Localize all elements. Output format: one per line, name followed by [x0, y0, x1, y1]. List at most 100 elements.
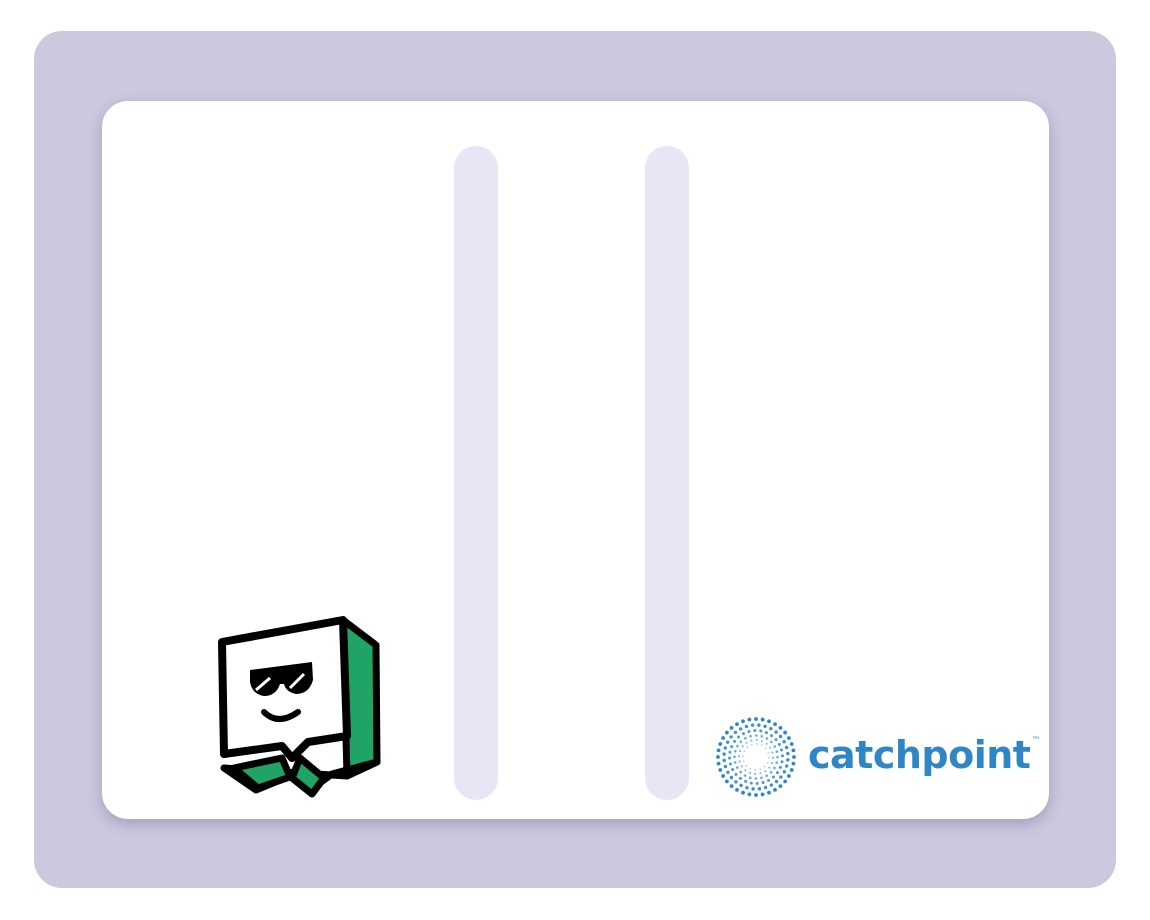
burst-dot	[754, 777, 758, 780]
burst-dot	[741, 732, 745, 736]
burst-dot	[748, 776, 752, 780]
burst-dot	[724, 730, 729, 735]
burst-dot	[778, 765, 782, 769]
burst-dot	[755, 781, 759, 785]
burst-dot	[782, 739, 786, 744]
sunglasses-speech-bubble-mascot-icon	[218, 616, 381, 798]
burst-dot	[745, 741, 748, 744]
burst-dot	[786, 751, 790, 756]
burst-dot	[728, 756, 732, 760]
burst-dot	[789, 768, 794, 772]
burst-dot	[759, 729, 763, 733]
burst-dot	[780, 748, 784, 752]
burst-dot	[739, 783, 743, 788]
burst-dot	[721, 736, 725, 740]
burst-dot	[721, 774, 725, 778]
burst-dot	[728, 762, 732, 766]
burst-dot	[775, 771, 779, 775]
burst-dot	[784, 745, 789, 750]
burst-dot	[787, 774, 791, 778]
burst-dot	[757, 723, 761, 727]
burst-dot	[738, 776, 742, 780]
burst-dot	[771, 756, 775, 759]
burst-dot	[780, 760, 784, 764]
burst-dot	[757, 787, 762, 791]
burst-dot	[770, 734, 774, 738]
burst-dot	[733, 730, 738, 735]
burst-dot	[753, 729, 757, 733]
burst-dot	[783, 779, 788, 784]
burst-dot	[759, 768, 762, 771]
burst-dot	[716, 748, 721, 753]
burst-dot	[718, 768, 723, 772]
burst-dot	[754, 772, 757, 776]
burst-dot	[760, 744, 763, 747]
burst-dot	[733, 739, 737, 743]
burst-dot	[779, 775, 783, 779]
burst-dot	[771, 751, 774, 754]
burst-dot	[723, 764, 728, 769]
burst-dot	[767, 751, 770, 754]
burst-dot	[724, 779, 729, 784]
burst-dot	[775, 750, 779, 753]
catchpoint-wordmark: catchpoint	[808, 733, 1031, 777]
burst-dot	[754, 734, 758, 737]
burst-dot	[731, 768, 735, 772]
burst-dot	[728, 750, 732, 754]
burst-dot	[769, 771, 773, 774]
burst-dot	[760, 792, 765, 797]
burst-dot	[754, 769, 757, 771]
burst-dot	[745, 786, 749, 790]
burst-dot	[773, 722, 777, 726]
burst-dot	[764, 747, 767, 750]
burst-dot	[744, 779, 748, 783]
burst-dot	[769, 783, 774, 787]
burst-dot	[735, 766, 739, 769]
burst-dot	[763, 765, 766, 768]
burst-dot	[750, 739, 753, 742]
burst-dot	[733, 755, 736, 759]
burst-dot	[769, 726, 773, 731]
burst-dot	[764, 731, 768, 735]
burst-dot	[767, 790, 771, 795]
burst-dot	[786, 758, 790, 762]
burst-dot	[738, 727, 743, 731]
divider-bar-left	[454, 146, 498, 800]
burst-dot	[774, 730, 778, 734]
burst-dot	[722, 758, 726, 763]
burst-dot	[734, 772, 738, 776]
burst-dot	[754, 793, 758, 797]
burst-dot	[760, 739, 764, 743]
mascot-logo	[212, 608, 387, 803]
burst-dot	[771, 775, 775, 779]
burst-dot	[792, 755, 796, 759]
burst-dot	[733, 749, 737, 753]
burst-dot	[733, 761, 737, 764]
burst-dot	[729, 775, 734, 780]
burst-dot	[774, 738, 778, 742]
burst-dot	[716, 755, 720, 759]
burst-dot	[780, 754, 784, 758]
burst-dot	[775, 761, 779, 765]
burst-dot	[741, 719, 745, 724]
burst-dot	[760, 734, 764, 738]
burst-dot	[736, 744, 739, 748]
burst-dot	[778, 734, 783, 739]
burst-dot	[783, 730, 788, 735]
burst-dot	[735, 788, 739, 792]
burst-dot	[763, 785, 768, 790]
burst-dot	[767, 719, 771, 724]
burst-dot	[777, 742, 781, 746]
burst-dot	[760, 776, 763, 780]
burst-dot	[763, 724, 767, 728]
burst-dot	[787, 736, 791, 740]
burst-dot	[768, 756, 770, 759]
burst-dot	[789, 742, 794, 746]
burst-dot	[716, 761, 721, 766]
burst-dot	[776, 755, 779, 759]
burst-dot	[747, 729, 751, 733]
burst-dot	[764, 770, 767, 773]
burst-dot	[782, 770, 787, 774]
burst-dot	[765, 742, 768, 745]
burst-dot	[729, 784, 734, 789]
